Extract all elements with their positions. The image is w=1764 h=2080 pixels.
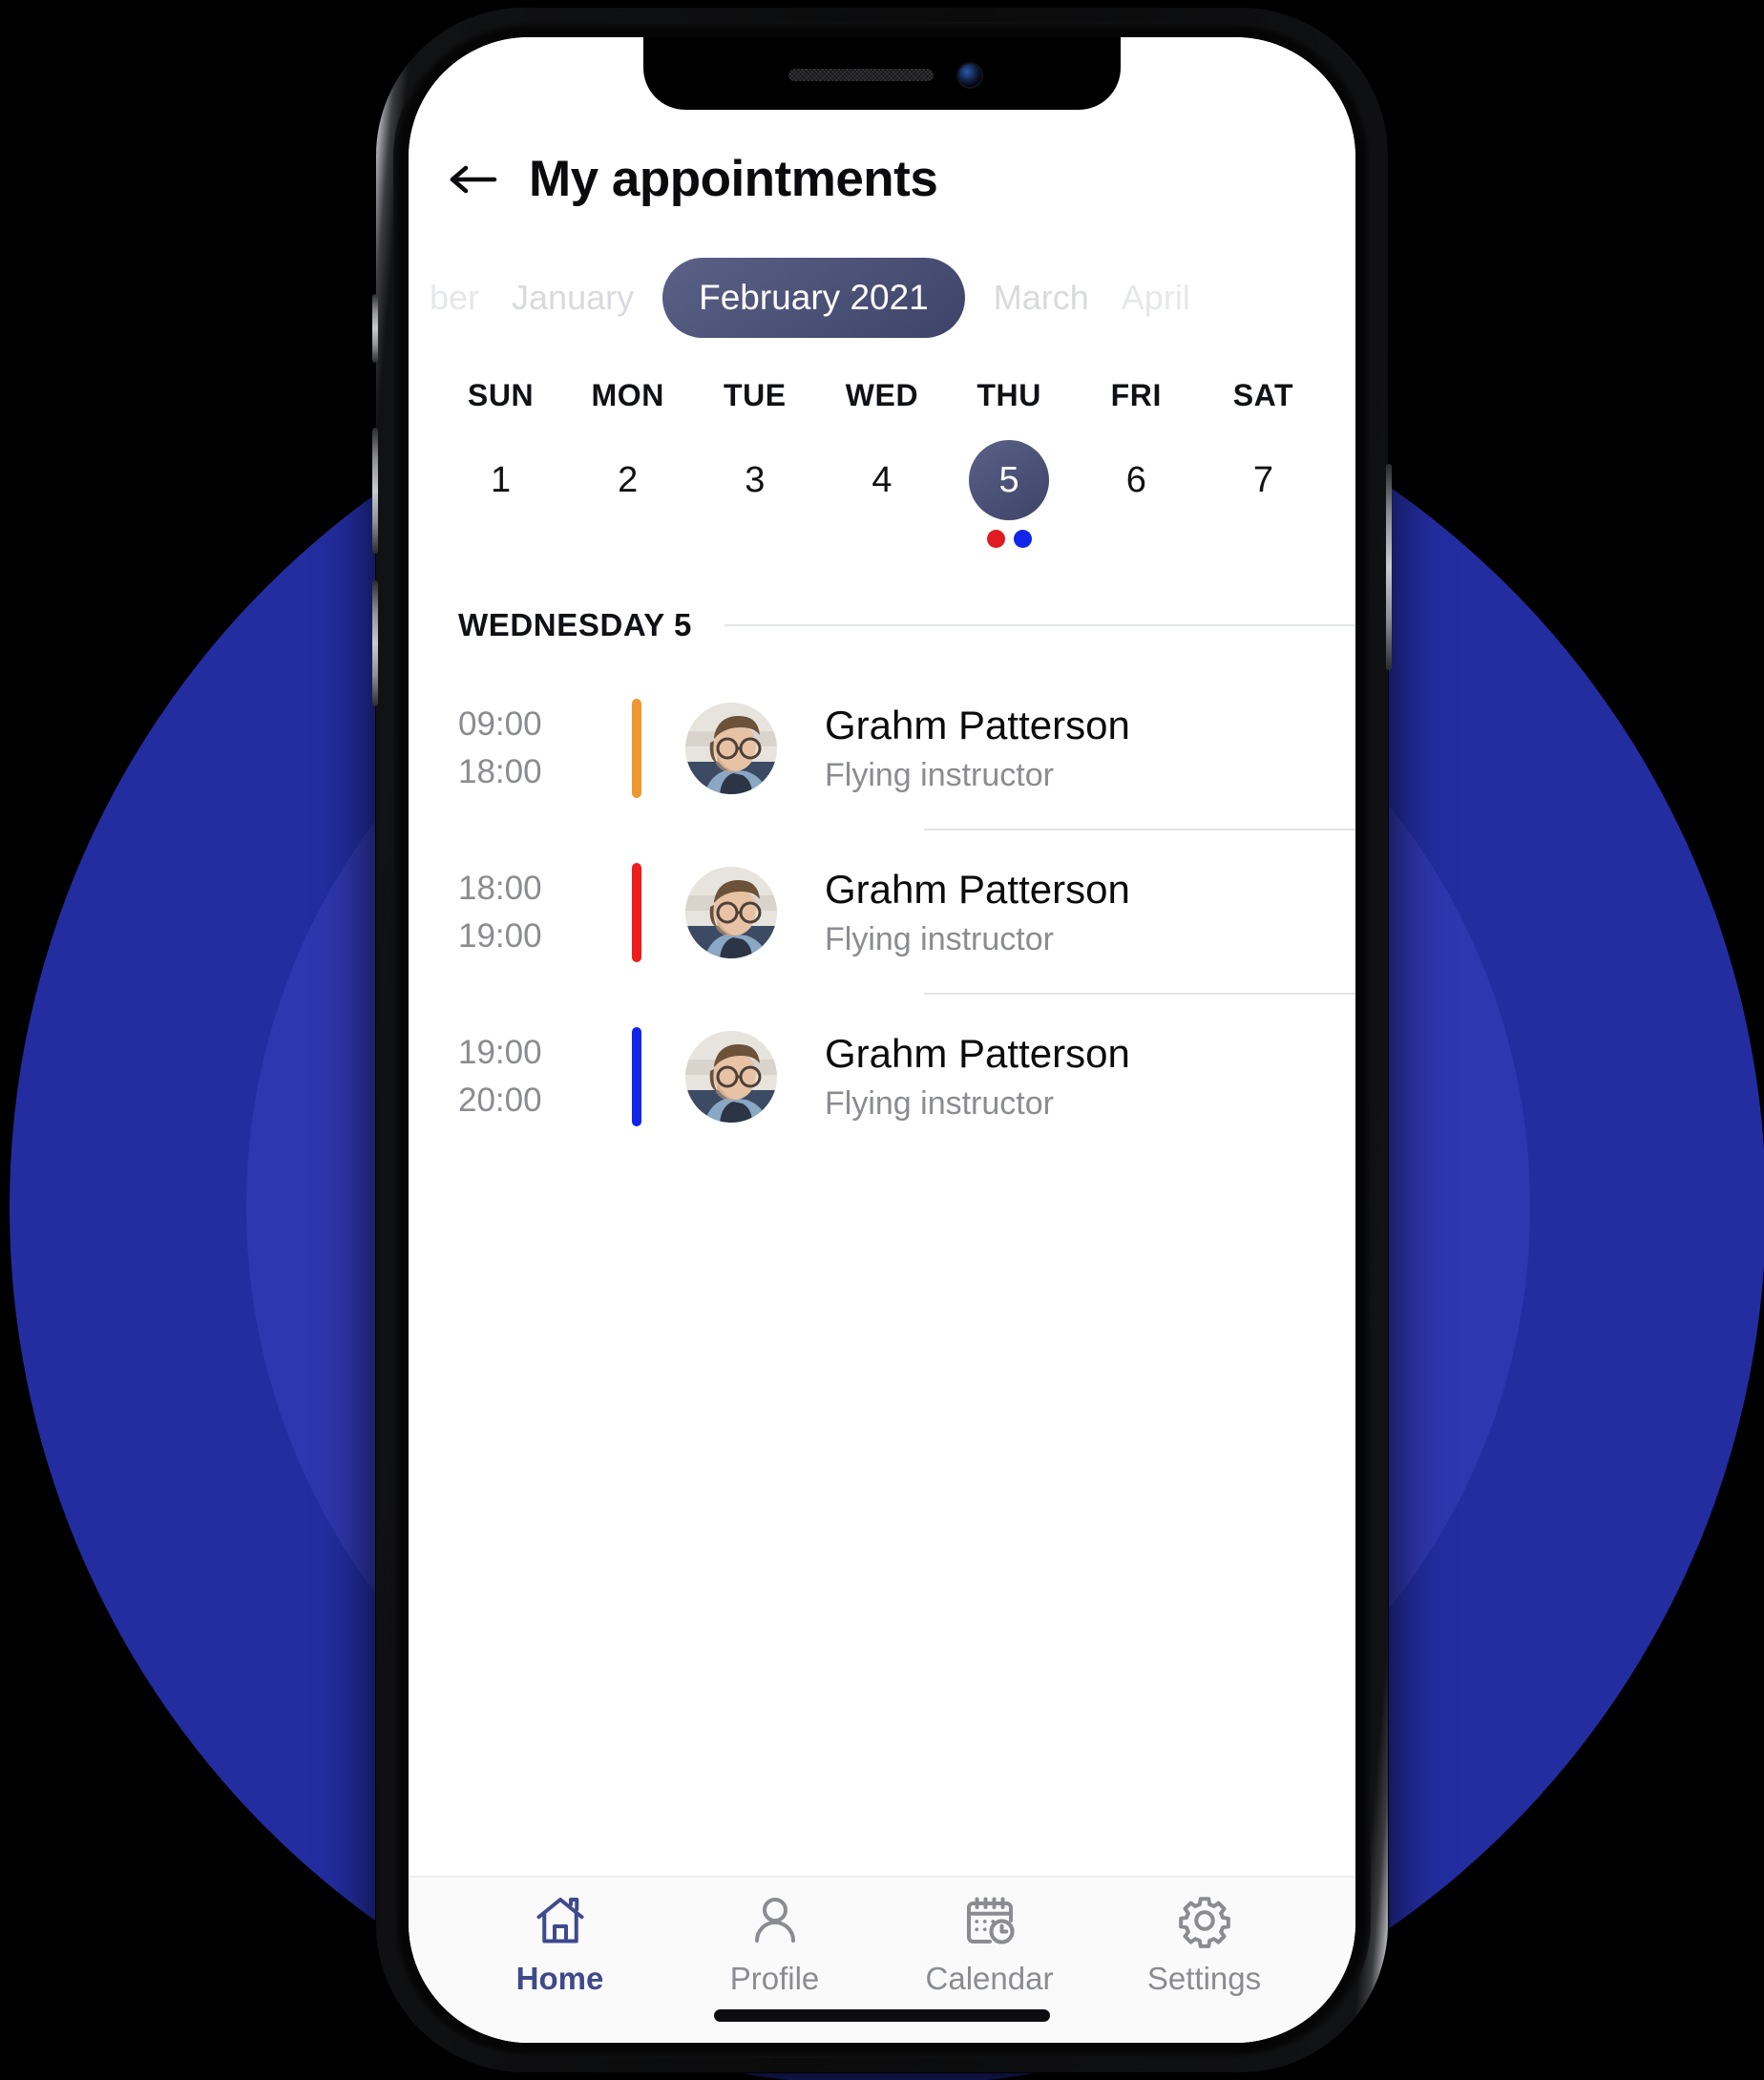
day-dots	[986, 530, 1032, 548]
day-number: 7	[1252, 459, 1273, 500]
day-section-title: WEDNESDAY 5	[458, 607, 693, 642]
appointment-end-time: 20:00	[458, 1082, 542, 1119]
appointment-row[interactable]: 18:00 19:00 Grahm Patterson Flying instr…	[409, 830, 1355, 995]
avatar	[685, 703, 777, 794]
month-chip-previous[interactable]: ber	[426, 278, 483, 318]
tab-label: Settings	[1146, 1960, 1262, 1996]
page-title: My appointments	[529, 151, 938, 207]
appointment-role: Flying instructor	[825, 757, 1054, 794]
tab-settings[interactable]: Settings	[1097, 1892, 1312, 1997]
appointment-start-time: 18:00	[458, 869, 542, 907]
month-chip-january[interactable]: January	[508, 278, 638, 318]
weekday-label-mon: MON	[591, 378, 664, 412]
weekday-label-tue: TUE	[723, 378, 787, 412]
appointment-row[interactable]: 09:00 18:00 Grahm Patterson Flying instr…	[409, 666, 1355, 830]
day-cell[interactable]: 6	[1073, 440, 1200, 548]
day-number: 6	[1125, 459, 1146, 500]
tab-home[interactable]: Home	[452, 1892, 667, 1997]
day-number: 1	[490, 459, 512, 500]
calendar-clock-icon	[966, 1897, 1015, 1944]
app-root: My appointments ber January February 202…	[409, 37, 1355, 2043]
day-cell-selected[interactable]: 5	[946, 440, 1073, 548]
appointment-row[interactable]: 19:00 20:00 Grahm Patterson Flying instr…	[409, 995, 1355, 1159]
day-cell[interactable]: 1	[437, 440, 564, 548]
appointment-name: Grahm Patterson	[825, 866, 1130, 912]
arrow-left-icon[interactable]	[449, 159, 498, 200]
tab-calendar[interactable]: Calendar	[882, 1892, 1097, 1997]
appointment-person: Grahm Patterson Flying instructor	[825, 701, 1130, 797]
appointment-person: Grahm Patterson Flying instructor	[825, 1029, 1130, 1125]
month-chip-april[interactable]: April	[1118, 278, 1194, 318]
appointment-time-range: 18:00 19:00	[458, 869, 611, 956]
appointment-start-time: 19:00	[458, 1033, 542, 1071]
appointment-list: 09:00 18:00 Grahm Patterson Flying instr…	[409, 666, 1355, 1159]
appointment-start-time: 09:00	[458, 704, 542, 743]
day-cell[interactable]: 3	[691, 440, 818, 548]
day-number: 2	[618, 459, 639, 500]
avatar	[685, 1031, 777, 1123]
appointment-color-bar	[632, 1027, 641, 1126]
event-dot-blue	[1013, 530, 1032, 548]
volume-up-button[interactable]	[372, 428, 378, 554]
appointment-end-time: 19:00	[458, 917, 542, 955]
front-camera-icon	[958, 64, 981, 87]
gear-icon	[1178, 1896, 1230, 1948]
tab-label: Profile	[729, 1960, 820, 1996]
day-cell[interactable]: 7	[1200, 440, 1327, 548]
home-icon	[536, 1897, 583, 1943]
home-indicator[interactable]	[714, 2009, 1050, 2022]
weekday-label-wed: WED	[845, 378, 919, 412]
phone-mockup: My appointments ber January February 202…	[372, 8, 1392, 2072]
weekday-label-sat: SAT	[1232, 378, 1294, 412]
day-number: 5	[969, 440, 1050, 520]
day-row: 1 2 3 4 5 6 7	[409, 440, 1355, 548]
day-number: 4	[872, 459, 892, 500]
silent-switch[interactable]	[372, 294, 378, 363]
day-cell[interactable]: 2	[564, 440, 691, 548]
appointment-name: Grahm Patterson	[825, 702, 1130, 747]
appointment-end-time: 18:00	[458, 753, 542, 790]
avatar	[685, 867, 777, 958]
weekday-label-sun: SUN	[467, 378, 535, 412]
phone-screen: My appointments ber January February 202…	[409, 37, 1355, 2043]
notch	[643, 37, 1121, 110]
appointment-color-bar	[632, 863, 641, 962]
day-cell[interactable]: 4	[818, 440, 945, 548]
appointment-person: Grahm Patterson Flying instructor	[825, 865, 1130, 961]
weekday-header-row: SUN MON TUE WED THU FRI SAT	[409, 378, 1355, 413]
power-button[interactable]	[1386, 464, 1392, 670]
month-strip[interactable]: ber January February 2021 March April	[409, 258, 1355, 338]
appointment-time-range: 19:00 20:00	[458, 1033, 611, 1120]
appointment-color-bar	[632, 699, 641, 798]
tab-label: Calendar	[925, 1960, 1054, 1996]
appointment-time-range: 09:00 18:00	[458, 704, 611, 791]
screenshot-stage: My appointments ber January February 202…	[0, 0, 1764, 2080]
month-chip-selected[interactable]: February 2021	[662, 258, 965, 338]
weekday-label-fri: FRI	[1110, 378, 1162, 412]
user-icon	[754, 1897, 795, 1943]
weekday-label-thu: THU	[976, 378, 1041, 412]
day-section-header: WEDNESDAY 5	[409, 607, 1355, 643]
divider	[724, 624, 1355, 626]
appointment-role: Flying instructor	[825, 1085, 1054, 1123]
tab-label: Home	[515, 1960, 604, 1996]
appointment-role: Flying instructor	[825, 921, 1054, 958]
tab-profile[interactable]: Profile	[667, 1892, 882, 1997]
event-dot-red	[986, 530, 1005, 548]
month-chip-march[interactable]: March	[990, 278, 1093, 318]
day-number: 3	[745, 459, 766, 500]
appointment-name: Grahm Patterson	[825, 1030, 1130, 1076]
earpiece-speaker-icon	[788, 69, 934, 81]
volume-down-button[interactable]	[372, 580, 378, 706]
